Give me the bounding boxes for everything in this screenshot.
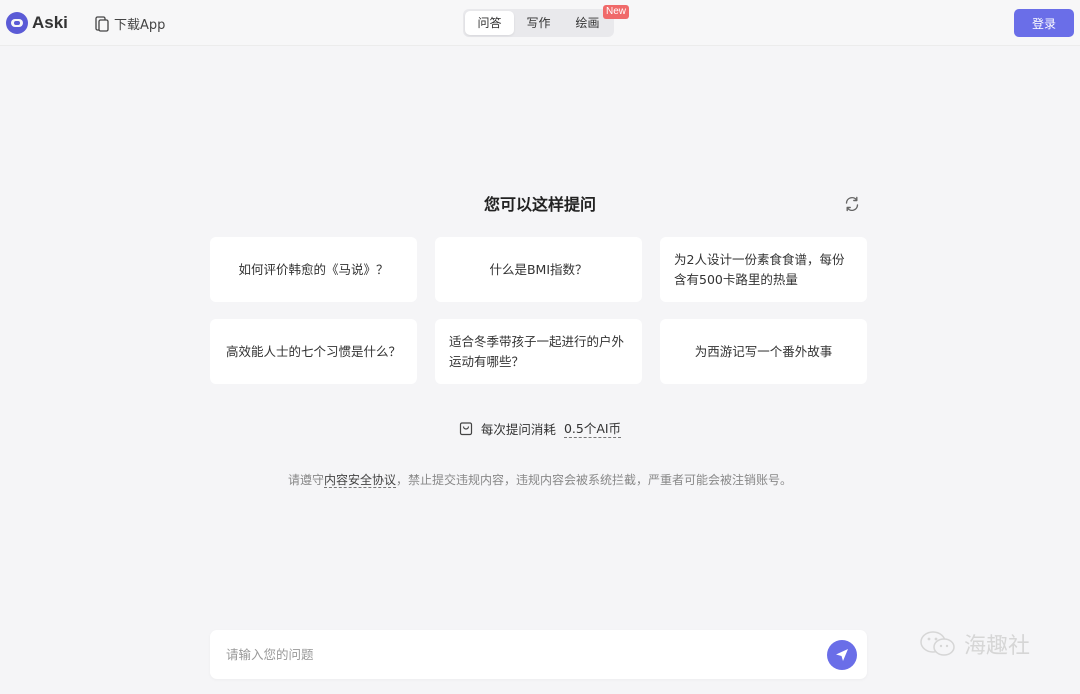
suggestion-text: 适合冬季带孩子一起进行的户外运动有哪些？	[449, 333, 625, 369]
logo[interactable]: Aski	[6, 10, 68, 36]
suggestion-text: 为2人设计一份素食食谱，每份含有500卡路里的热量	[674, 251, 845, 287]
suggestion-card[interactable]: 适合冬季带孩子一起进行的户外运动有哪些？	[435, 319, 642, 384]
cost-prefix: 每次提问消耗	[480, 421, 556, 437]
suggestions-title: 您可以这样提问	[483, 195, 596, 214]
logo-text: Aski	[32, 13, 68, 32]
ai-coin-link[interactable]: 0.5个AI币	[563, 418, 622, 438]
suggestion-card[interactable]: 为西游记写一个番外故事	[660, 319, 867, 384]
suggestion-card[interactable]: 如何评价韩愈的《马说》？	[210, 237, 417, 302]
question-input[interactable]	[226, 642, 816, 667]
aski-logo-icon	[6, 12, 28, 34]
new-badge: New	[603, 5, 630, 19]
bag-icon	[459, 421, 473, 435]
wechat-icon	[920, 631, 955, 656]
watermark: 海趣社	[918, 628, 1030, 660]
top-bar: Aski 下载App 问答 写作 绘画 New 登录	[0, 0, 1080, 46]
send-icon	[836, 649, 848, 661]
suggestion-text: 为西游记写一个番外故事	[694, 343, 833, 359]
mode-tabs: 问答 写作 绘画	[463, 9, 614, 37]
tab-writing[interactable]: 写作	[514, 11, 563, 35]
suggestion-text: 如何评价韩愈的《马说》？	[238, 261, 389, 277]
question-input-bar	[210, 630, 867, 679]
suggestion-text: 高效能人士的七个习惯是什么？	[225, 343, 401, 359]
tab-qa[interactable]: 问答	[465, 11, 514, 35]
refresh-icon[interactable]	[843, 195, 861, 213]
cost-info: 每次提问消耗 0.5个AI币	[0, 418, 1080, 438]
content-policy-link[interactable]: 内容安全协议	[323, 473, 396, 488]
suggestion-card[interactable]: 什么是BMI指数？	[435, 237, 642, 302]
phone-icon	[95, 15, 109, 32]
watermark-text: 海趣社	[964, 634, 1031, 659]
suggestion-card[interactable]: 为2人设计一份素食食谱，每份含有500卡路里的热量	[660, 237, 867, 302]
send-button[interactable]	[827, 640, 857, 670]
login-button[interactable]: 登录	[1014, 9, 1074, 37]
suggestion-text: 什么是BMI指数？	[489, 261, 588, 277]
notice-suffix: ，禁止提交违规内容，违规内容会被系统拦截，严重者可能会被注销账号。	[396, 473, 793, 487]
content-policy-notice: 请遵守内容安全协议，禁止提交违规内容，违规内容会被系统拦截，严重者可能会被注销账…	[0, 471, 1080, 488]
notice-prefix: 请遵守	[287, 473, 324, 487]
download-app-link[interactable]: 下载App	[95, 14, 165, 33]
suggestion-card[interactable]: 高效能人士的七个习惯是什么？	[210, 319, 417, 384]
download-app-label: 下载App	[114, 18, 166, 33]
